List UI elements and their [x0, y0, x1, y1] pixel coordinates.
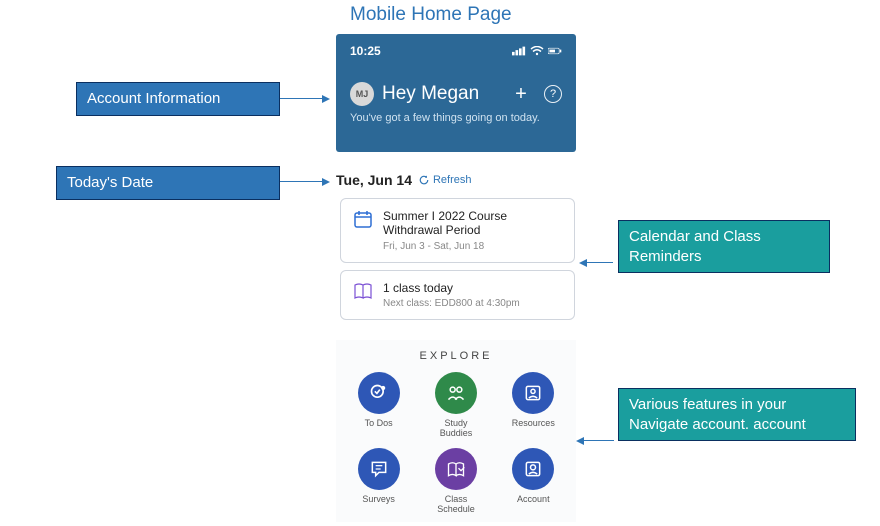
buddies-icon: [435, 372, 477, 414]
header-subtext: You've got a few things going on today.: [350, 112, 562, 124]
calendar-icon: [353, 209, 373, 229]
callout-features: Various features in your Navigate accoun…: [618, 388, 856, 441]
schedule-icon: [435, 448, 477, 490]
callout-date: Today's Date: [56, 166, 280, 200]
status-time: 10:25: [350, 44, 381, 58]
battery-icon: [548, 46, 562, 56]
card-title: 1 class today: [383, 281, 520, 295]
refresh-button[interactable]: Refresh: [418, 174, 472, 186]
wifi-icon: [530, 46, 544, 56]
refresh-icon: [418, 174, 430, 186]
arrow-features: [582, 440, 614, 441]
phone-header: 10:25 MJ Hey Megan + ? You've got a few …: [336, 34, 576, 152]
arrow-account: [280, 98, 324, 99]
status-bar: 10:25: [350, 44, 562, 58]
card-title: Summer I 2022 Course Withdrawal Period: [383, 209, 562, 238]
page-title: Mobile Home Page: [350, 4, 512, 26]
book-icon: [353, 281, 373, 301]
plus-icon[interactable]: +: [512, 85, 530, 103]
signal-icon: [512, 46, 526, 56]
greeting-text: Hey Megan: [382, 83, 504, 105]
arrow-date: [280, 181, 324, 182]
explore-item-account[interactable]: Account: [505, 448, 562, 514]
explore-label: Study Buddies: [427, 418, 484, 438]
explore-item-buddies[interactable]: Study Buddies: [427, 372, 484, 438]
help-icon[interactable]: ?: [544, 85, 562, 103]
refresh-label: Refresh: [433, 174, 472, 186]
explore-label: Class Schedule: [427, 494, 484, 514]
avatar[interactable]: MJ: [350, 82, 374, 106]
surveys-icon: [358, 448, 400, 490]
explore-item-resources[interactable]: Resources: [505, 372, 562, 438]
resources-icon: [512, 372, 554, 414]
reminder-card[interactable]: Summer I 2022 Course Withdrawal Period F…: [340, 198, 575, 263]
explore-label: To Dos: [365, 418, 393, 428]
explore-item-schedule[interactable]: Class Schedule: [427, 448, 484, 514]
explore-label: Resources: [512, 418, 555, 428]
status-icons: [512, 46, 562, 56]
explore-label: Surveys: [362, 494, 395, 504]
explore-section: EXPLORE To Dos Study Buddies Resources Surv…: [336, 340, 576, 522]
explore-item-surveys[interactable]: Surveys: [350, 448, 407, 514]
callout-reminders: Calendar and Class Reminders: [618, 220, 830, 273]
class-card[interactable]: 1 class today Next class: EDD800 at 4:30…: [340, 270, 575, 320]
todos-icon: [358, 372, 400, 414]
callout-account: Account Information: [76, 82, 280, 116]
card-sub: Fri, Jun 3 - Sat, Jun 18: [383, 241, 562, 252]
explore-label: Account: [517, 494, 550, 504]
account-icon: [512, 448, 554, 490]
date-text: Tue, Jun 14: [336, 172, 412, 188]
greeting-row: MJ Hey Megan + ?: [350, 82, 562, 106]
explore-title: EXPLORE: [350, 350, 562, 362]
card-sub: Next class: EDD800 at 4:30pm: [383, 298, 520, 309]
explore-item-todos[interactable]: To Dos: [350, 372, 407, 438]
date-row: Tue, Jun 14 Refresh: [336, 172, 472, 188]
arrow-reminders: [585, 262, 613, 263]
